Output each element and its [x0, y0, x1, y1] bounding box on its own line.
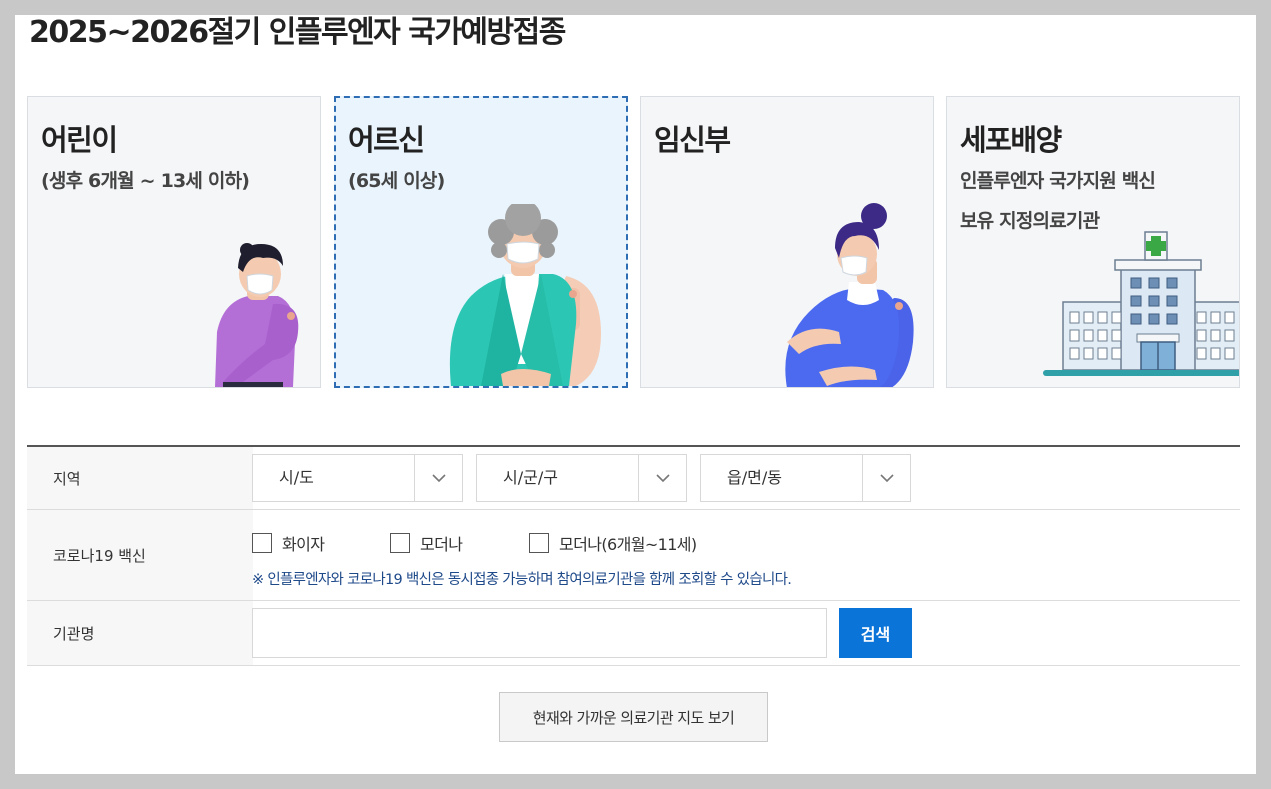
covid-vaccine-row: 코로나19 백신 화이자 모더나 모더나(6개월~11세) ※ 인플루엔자와 코…	[27, 510, 1240, 601]
checkbox-box[interactable]	[529, 533, 549, 553]
institution-row: 기관명 검색	[27, 601, 1240, 666]
select-value: 읍/면/동	[727, 468, 782, 487]
institution-name-input[interactable]	[252, 608, 827, 658]
page-title: 2025~2026절기 인플루엔자 국가예방접종	[29, 15, 566, 50]
select-value: 시/군/구	[503, 468, 558, 487]
chevron-down-icon[interactable]	[638, 455, 686, 501]
card-subtitle: (65세 이상)	[348, 170, 445, 192]
target-group-cards: 어린이 (생후 6개월 ~ 13세 이하) 어르신 (65세 이상) 임신부 세…	[27, 96, 1240, 388]
chevron-down-icon[interactable]	[862, 455, 910, 501]
institution-label: 기관명	[27, 601, 253, 665]
card-title: 어린이	[41, 123, 118, 157]
moderna-kids-checkbox[interactable]: 모더나(6개월~11세)	[529, 531, 697, 555]
checkbox-label: 모더나(6개월~11세)	[559, 535, 697, 554]
checkbox-label: 화이자	[282, 535, 325, 554]
town-select[interactable]: 읍/면/동	[700, 454, 911, 502]
region-row: 지역 시/도 시/군/구 읍/면/동	[27, 447, 1240, 510]
moderna-checkbox[interactable]: 모더나	[390, 531, 463, 555]
search-form: 지역 시/도 시/군/구 읍/면/동 코로나19 백신 화이자 모더나 모더나(…	[27, 445, 1240, 666]
nearby-map-button[interactable]: 현재와 가까운 의료기관 지도 보기	[499, 692, 768, 742]
hospital-building-illustration	[1043, 231, 1239, 376]
covid-vaccine-label: 코로나19 백신	[27, 510, 253, 600]
select-value: 시/도	[279, 468, 314, 487]
pfizer-checkbox[interactable]: 화이자	[252, 531, 325, 555]
region-label: 지역	[27, 447, 253, 509]
checkbox-box[interactable]	[390, 533, 410, 553]
card-subtitle-line1: 인플루엔자 국가지원 백신	[960, 170, 1156, 192]
content-frame: 2025~2026절기 인플루엔자 국가예방접종 어린이 (생후 6개월 ~ 1…	[15, 15, 1256, 774]
card-title: 세포배양	[960, 123, 1062, 157]
card-subtitle: (생후 6개월 ~ 13세 이하)	[41, 170, 250, 192]
card-children[interactable]: 어린이 (생후 6개월 ~ 13세 이하)	[27, 96, 321, 388]
search-button[interactable]: 검색	[839, 608, 912, 658]
covid-notice: ※ 인플루엔자와 코로나19 백신은 동시접종 가능하며 참여의료기관을 함께 …	[252, 572, 792, 588]
pregnant-vaccination-illustration	[785, 203, 914, 387]
card-cell-culture[interactable]: 세포배양 인플루엔자 국가지원 백신 보유 지정의료기관	[946, 96, 1240, 388]
child-vaccination-illustration	[215, 243, 299, 387]
card-seniors[interactable]: 어르신 (65세 이상)	[334, 96, 628, 388]
card-title: 어르신	[348, 123, 425, 157]
city-select[interactable]: 시/군/구	[476, 454, 687, 502]
checkbox-box[interactable]	[252, 533, 272, 553]
senior-vaccination-illustration	[449, 204, 601, 386]
chevron-down-icon[interactable]	[414, 455, 462, 501]
province-select[interactable]: 시/도	[252, 454, 463, 502]
card-pregnant[interactable]: 임신부	[640, 96, 934, 388]
card-title: 임신부	[654, 123, 731, 157]
checkbox-label: 모더나	[420, 535, 463, 554]
